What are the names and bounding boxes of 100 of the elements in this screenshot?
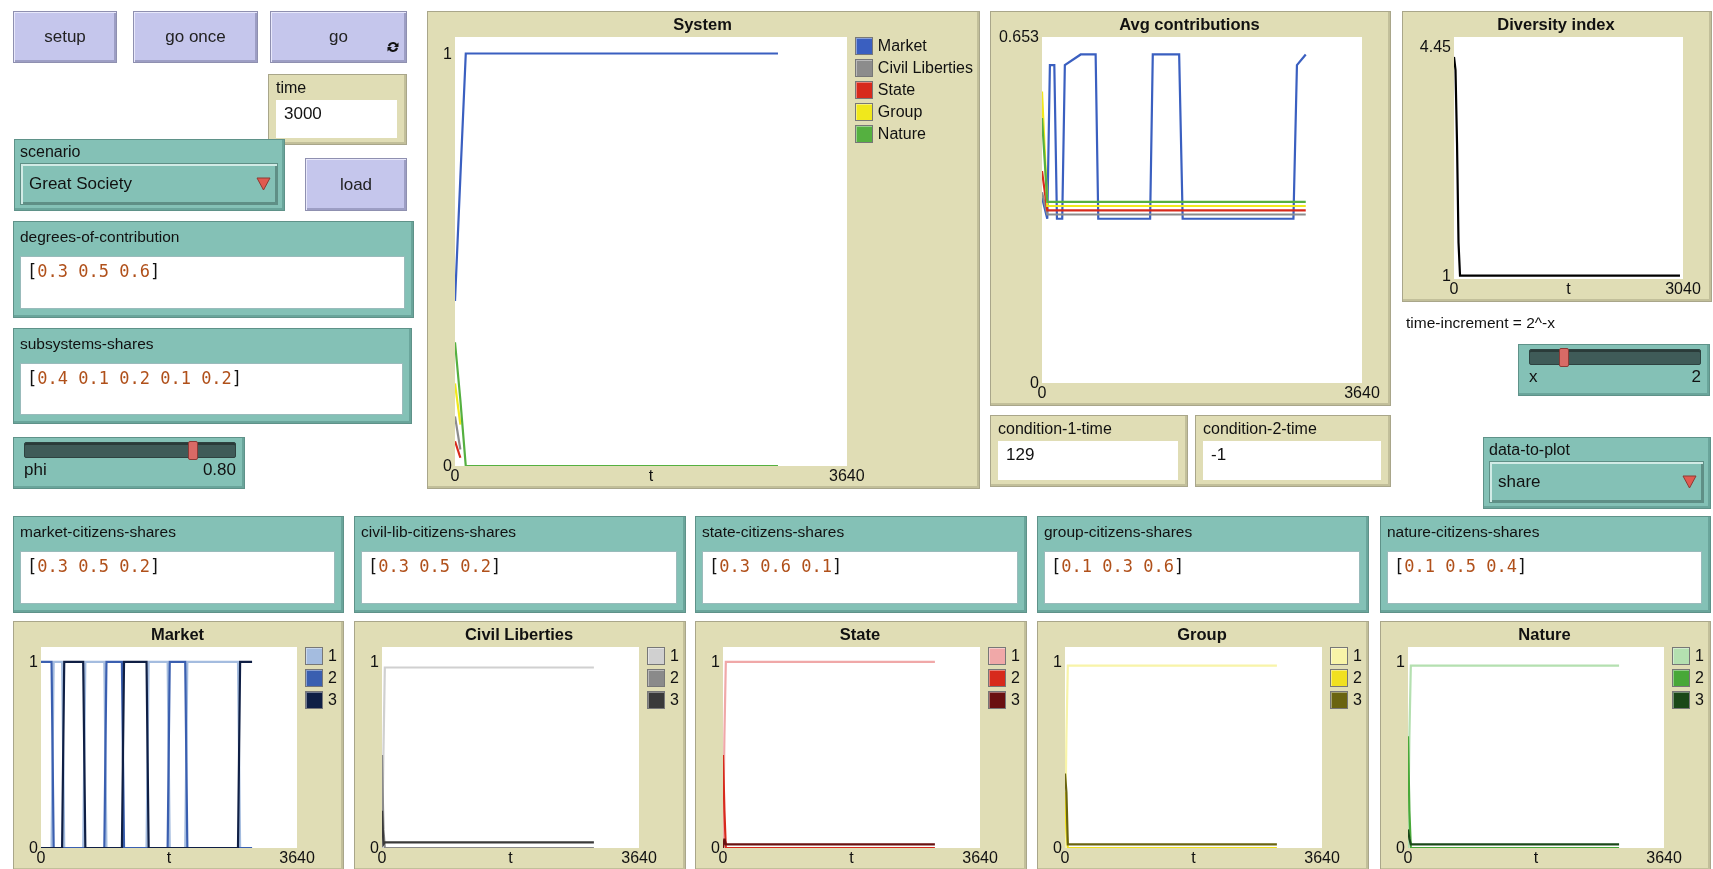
axis-label: t [648,467,654,485]
slider-reading: 2 [1691,367,1701,387]
axis-label: t [1533,849,1539,867]
input-field[interactable]: [0.1 0.5 0.4] [1387,551,1702,604]
legend-label: Nature [877,125,926,143]
monitor-label: condition-2-time [1203,420,1318,438]
legend-label: Market [877,37,927,55]
plot-title: Nature [1518,624,1571,645]
axis-tick-label: 3640 [621,849,657,867]
button[interactable]: setup [13,11,117,63]
slider-reading: 0.80 [202,460,236,480]
axis-tick-label: 0 [711,839,720,856]
axis-tick-label: 1 [443,44,452,63]
axis-tick-label: 1 [370,652,379,671]
input-label: civil-lib-citizens-shares [361,523,518,541]
monitor-value: 129 [998,441,1178,480]
plot-title: Diversity index [1497,14,1615,35]
axis-tick-label: 1 [1442,266,1451,284]
axis-label: t [1566,280,1571,298]
axis-tick-label: 0 [377,849,387,867]
legend-label: Civil Liberties [877,59,973,77]
axis-tick-label: 1 [1396,652,1405,671]
axis-tick-label: 0 [718,849,728,867]
axis-tick-label: 0.653 [998,28,1039,46]
monitor-label: condition-1-time [998,420,1113,438]
input-label: nature-citizens-shares [1387,523,1541,541]
input-field[interactable]: [0.4 0.1 0.2 0.1 0.2] [20,363,403,415]
legend-label: 1 [1011,647,1020,665]
axis-tick-label: 3640 [279,849,315,867]
monitor-value: -1 [1203,441,1381,480]
button[interactable]: go once [133,11,258,63]
input-label: state-citizens-shares [702,523,846,541]
legend-label: State [877,81,916,99]
chooser-label: data-to-plot [1489,441,1571,459]
axis-tick-label: 3640 [829,467,865,485]
legend-label: 1 [1353,647,1362,665]
chooser-label: scenario [20,143,82,161]
plot-title: Civil Liberties [464,624,574,645]
legend-label: Group [877,103,923,121]
axis-tick-label: 3640 [1646,849,1682,867]
axis-tick-label: 0 [36,849,46,867]
dropdown[interactable]: share [1489,461,1704,503]
input-field[interactable]: [0.3 0.6 0.1] [702,551,1018,604]
axis-label: t [849,849,854,867]
axis-tick-label: 1 [1053,652,1062,671]
axis-label: t [508,849,513,867]
legend-label: 3 [1695,691,1704,709]
caret-icon [1682,475,1697,489]
plot-title: Market [150,624,205,645]
input-label: subsystems-shares [20,335,155,353]
axis-tick-label: 0 [370,839,379,856]
axis-tick-label: 0 [1449,280,1459,298]
input-label: market-citizens-shares [20,523,177,541]
axis-tick-label: 3640 [1344,384,1380,402]
axis-tick-label: 4.45 [1419,37,1451,56]
slider-label: phi [24,460,47,480]
input-field[interactable]: [0.3 0.5 0.6] [20,256,405,309]
note-text: time-increment = 2^-x [1406,314,1555,331]
axis-label: t [1191,849,1196,867]
plot-title: System [673,14,732,35]
axis-tick-label: 0 [1403,849,1413,867]
input-label: degrees-of-contribution [20,228,181,246]
plot-title: Avg contributions [1119,14,1260,35]
legend-label: 3 [328,691,337,709]
axis-tick-label: 0 [29,839,38,856]
monitor-value: 3000 [276,100,397,138]
monitor-label: time [276,79,308,97]
input-field[interactable]: [0.1 0.3 0.6] [1044,551,1360,604]
button[interactable]: load [305,158,407,211]
axis-tick-label: 0 [1396,839,1405,856]
input-label: group-citizens-shares [1044,523,1194,541]
caret-icon [256,177,271,191]
slider-thumb[interactable] [188,441,198,460]
dropdown[interactable]: Great Society [20,163,278,205]
input-field[interactable]: [0.3 0.5 0.2] [361,551,677,604]
axis-tick-label: 1 [711,652,720,671]
axis-label: t [166,849,172,867]
input-field[interactable]: [0.3 0.5 0.2] [20,551,335,604]
slider-thumb[interactable] [1559,348,1569,367]
legend-label: 1 [328,647,337,665]
legend-label: 2 [1011,669,1020,687]
plot-title: State [839,624,881,645]
axis-tick-label: 0 [1030,374,1039,391]
axis-tick-label: 0 [450,467,460,485]
axis-tick-label: 0 [1053,839,1062,856]
legend-label: 2 [328,669,337,687]
axis-tick-label: 0 [1037,384,1047,402]
axis-tick-label: 3640 [1304,849,1340,867]
legend-label: 2 [1695,669,1704,687]
legend-label: 3 [1353,691,1362,709]
forever-button[interactable]: go [270,11,407,63]
legend-label: 3 [1011,691,1020,709]
legend-label: 1 [1695,647,1704,665]
axis-tick-label: 3040 [1665,280,1701,298]
axis-tick-label: 0 [443,457,452,474]
legend-label: 3 [670,691,679,709]
axis-tick-label: 1 [29,652,38,671]
slider-label: x [1529,367,1538,387]
axis-tick-label: 0 [1060,849,1070,867]
legend-label: 2 [1353,669,1362,687]
